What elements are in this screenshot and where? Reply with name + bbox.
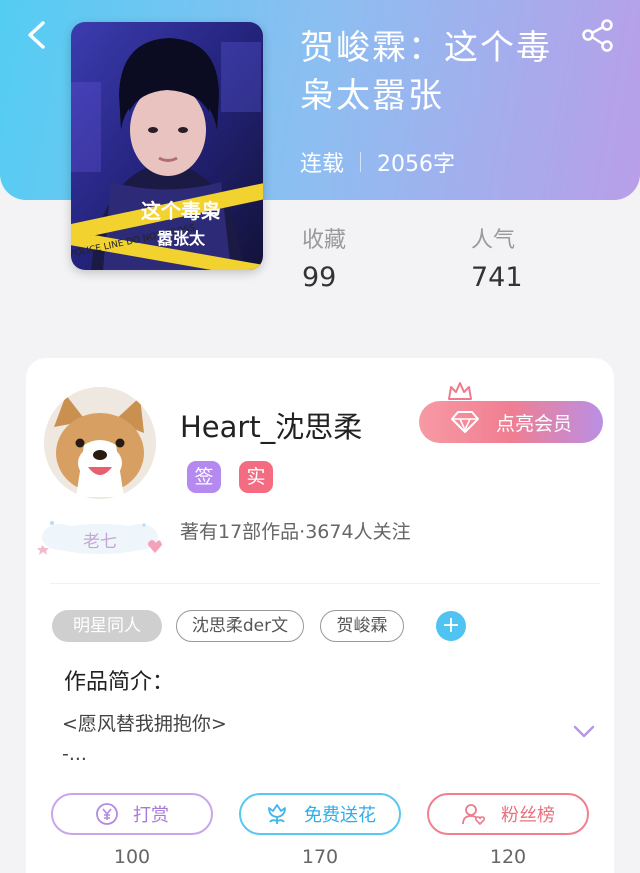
popularity-label: 人气 bbox=[471, 228, 516, 253]
intro-text: <愿风替我拥抱你> -... bbox=[62, 709, 227, 769]
fan-count: 120 bbox=[489, 846, 527, 868]
intro-line-2: -... bbox=[62, 743, 87, 765]
flower-icon bbox=[268, 804, 286, 824]
back-button[interactable] bbox=[22, 18, 54, 52]
cover-title-line2: 嚣张太 bbox=[157, 229, 206, 248]
diamond-icon bbox=[450, 411, 479, 433]
fan-ranking-label: 粉丝榜 bbox=[501, 805, 555, 826]
share-button[interactable] bbox=[580, 18, 616, 54]
cover-illustration: POLICE LINE DO NOT CROSS 这个毒枭 嚣张太 bbox=[71, 22, 263, 270]
send-flower-label: 免费送花 bbox=[304, 805, 376, 826]
avatar[interactable] bbox=[44, 387, 156, 499]
favorites-label: 收藏 bbox=[302, 228, 347, 253]
status-divider bbox=[360, 152, 362, 172]
author-meta: 著有17部作品·3674人关注 bbox=[180, 521, 411, 543]
reward-button[interactable]: 打赏 bbox=[51, 793, 213, 835]
flower-count: 170 bbox=[301, 846, 339, 868]
favorites-value: 99 bbox=[302, 262, 337, 293]
tag-author[interactable]: 沈思柔der文 bbox=[176, 610, 304, 642]
chevron-left-icon bbox=[28, 21, 45, 49]
signed-badge: 签 bbox=[187, 461, 221, 493]
verified-badge: 实 bbox=[239, 461, 273, 493]
user-heart-icon bbox=[462, 804, 486, 826]
book-status-row: 连载 2056字 bbox=[300, 146, 455, 178]
book-cover[interactable]: POLICE LINE DO NOT CROSS 这个毒枭 嚣张太 bbox=[71, 22, 263, 270]
reward-label: 打赏 bbox=[133, 805, 169, 826]
intro-line-1: <愿风替我拥抱你> bbox=[62, 713, 227, 735]
yen-coin-icon bbox=[96, 803, 118, 825]
author-level-badge: 老七 bbox=[36, 517, 164, 561]
intro-heading: 作品简介： bbox=[64, 670, 175, 695]
reward-count: 100 bbox=[113, 846, 151, 868]
cover-title-line1: 这个毒枭 bbox=[141, 199, 221, 223]
tag-star[interactable]: 贺峻霖 bbox=[320, 610, 404, 642]
crown-icon bbox=[448, 382, 472, 400]
book-title: 贺峻霖：这个毒枭太嚣张 bbox=[300, 28, 552, 116]
card-divider bbox=[50, 583, 600, 584]
chevron-down-icon[interactable] bbox=[572, 724, 596, 740]
word-count: 2056字 bbox=[377, 152, 456, 177]
share-icon bbox=[582, 19, 613, 52]
author-name[interactable]: Heart_沈思柔 bbox=[180, 404, 362, 446]
send-flower-button[interactable]: 免费送花 bbox=[239, 793, 401, 835]
vip-button[interactable]: 点亮会员 bbox=[419, 401, 603, 443]
tag-category[interactable]: 明星同人 bbox=[52, 610, 162, 642]
serial-status: 连载 bbox=[300, 152, 345, 177]
vip-button-label: 点亮会员 bbox=[495, 412, 572, 435]
add-tag-button[interactable]: + bbox=[436, 611, 466, 641]
popularity-value: 741 bbox=[471, 262, 523, 293]
fan-ranking-button[interactable]: 粉丝榜 bbox=[427, 793, 589, 835]
author-level-text: 老七 bbox=[83, 532, 117, 552]
corgi-avatar-image bbox=[44, 387, 156, 499]
